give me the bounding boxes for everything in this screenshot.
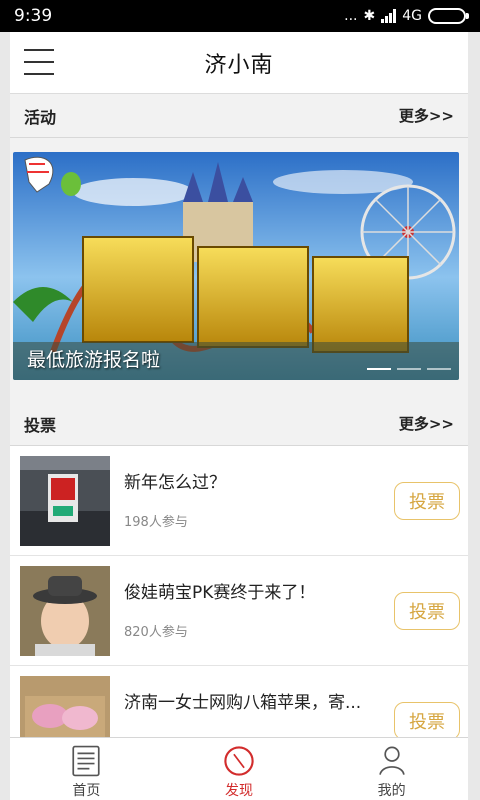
status-bar: 9:39 ... ✱ 4G (0, 0, 480, 32)
vote-section-header: 投票 更多>> (10, 402, 468, 446)
bottom-navigation: 首页 发现 我的 (10, 737, 468, 800)
vote-list-item[interactable]: 新年怎么过？ 198人参与 投票 (10, 446, 468, 556)
nav-item-discover[interactable]: 发现 (163, 738, 316, 800)
vote-title: 济南一女士网购八箱苹果，寄... (124, 692, 362, 713)
battery-icon (428, 8, 469, 24)
signal-icon (381, 9, 397, 23)
vote-button[interactable]: 投票 (394, 702, 460, 737)
vote-participant-count: 820人参与 (124, 624, 188, 640)
nav-label-mine: 我的 (377, 783, 406, 799)
page-title: 济小南 (204, 52, 274, 78)
banner-caption: 最低旅游报名啦 (27, 349, 161, 371)
vote-thumbnail (20, 565, 110, 656)
app-header: 济小南 (10, 32, 468, 94)
activity-banner[interactable]: 最低旅游报名啦 (13, 152, 459, 380)
vote-button[interactable]: 投票 (394, 592, 460, 630)
home-document-icon (72, 745, 100, 777)
nav-item-mine[interactable]: 我的 (315, 738, 468, 800)
status-time: 9:39 (14, 6, 53, 26)
vote-section-title: 投票 (24, 415, 57, 435)
vote-thumbnail (20, 675, 110, 737)
banner-dot[interactable] (397, 368, 421, 370)
banner-dot[interactable] (367, 368, 391, 370)
compass-icon (224, 746, 254, 776)
vote-title: 俊娃萌宝PK赛终于来了！ (124, 582, 316, 603)
banner-dot[interactable] (427, 368, 451, 370)
status-dots: ... (344, 8, 358, 24)
activity-more-link[interactable]: 更多>> (399, 105, 454, 126)
vote-button[interactable]: 投票 (394, 482, 460, 520)
vote-list: 新年怎么过？ 198人参与 投票 俊娃萌宝PK赛终于来了！ 820人参与 投票 (10, 446, 468, 737)
activity-section-header: 活动 更多>> (10, 94, 468, 138)
vote-participant-count: 198人参与 (124, 514, 188, 530)
user-icon (378, 746, 405, 775)
vote-title: 新年怎么过？ (124, 472, 226, 493)
hamburger-menu-icon[interactable] (24, 49, 54, 75)
vote-list-item[interactable]: 俊娃萌宝PK赛终于来了！ 820人参与 投票 (10, 556, 468, 666)
bluetooth-icon: ✱ (363, 8, 376, 24)
status-indicators: ... ✱ 4G (344, 8, 469, 24)
nav-item-home[interactable]: 首页 (10, 738, 163, 800)
activity-section-title: 活动 (24, 107, 57, 127)
vote-list-item[interactable]: 济南一女士网购八箱苹果，寄... 投票 (10, 666, 468, 737)
vote-thumbnail (20, 455, 110, 546)
nav-label-discover: 发现 (225, 783, 253, 799)
network-type: 4G (402, 8, 422, 24)
banner-pagination (367, 368, 451, 370)
nav-label-home: 首页 (72, 783, 101, 799)
vote-more-link[interactable]: 更多>> (399, 413, 454, 434)
main-content: 济小南 活动 更多>> 最低旅游报名啦 投票 更多>> 新年怎么过？ 198人参… (10, 32, 468, 737)
banner-wrapper: 最低旅游报名啦 (10, 138, 468, 402)
